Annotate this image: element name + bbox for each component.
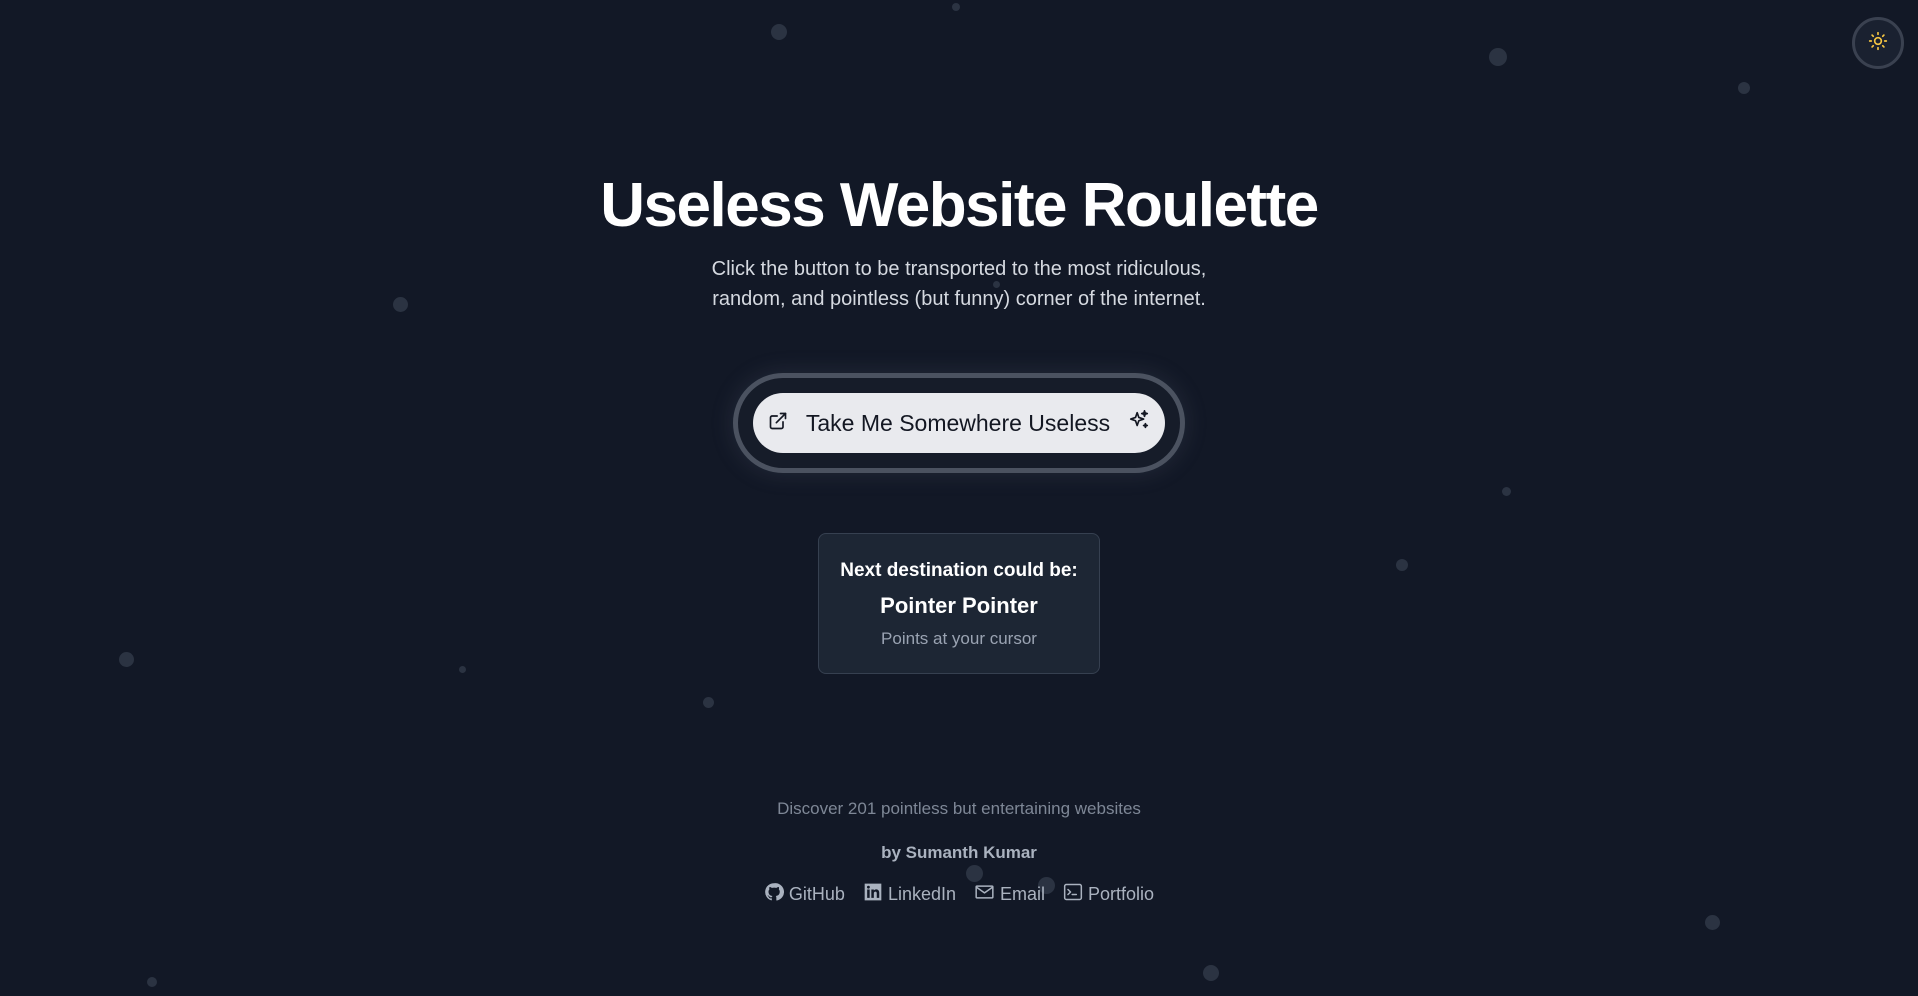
next-destination-label: Next destination could be: <box>840 560 1078 581</box>
social-links: GitHub LinkedIn Email Portfolio <box>764 882 1154 907</box>
author-credit: by Sumanth Kumar <box>881 843 1037 862</box>
take-me-somewhere-useless-button[interactable]: Take Me Somewhere Useless <box>753 393 1165 453</box>
page-subtitle: Click the button to be transported to th… <box>711 258 1207 310</box>
next-destination-name: Pointer Pointer <box>880 593 1038 618</box>
github-icon <box>764 882 784 907</box>
linkedin-link-label: LinkedIn <box>887 884 957 904</box>
cta-button-label: Take Me Somewhere Useless <box>805 409 1111 436</box>
mail-icon <box>974 882 995 907</box>
particle <box>1705 915 1720 930</box>
linkedin-icon <box>863 882 883 907</box>
cta-button-ring: Take Me Somewhere Useless <box>733 373 1185 473</box>
github-link-label: GitHub <box>788 884 845 904</box>
hero: Useless Website Roulette Click the butto… <box>0 0 1918 907</box>
particle <box>147 977 157 987</box>
github-link[interactable]: GitHub <box>764 882 845 907</box>
portfolio-link[interactable]: Portfolio <box>1063 882 1154 907</box>
page: Useless Website Roulette Click the butto… <box>0 0 1918 996</box>
sparkles-icon <box>1128 409 1150 437</box>
portfolio-link-label: Portfolio <box>1088 884 1155 904</box>
site-count-text: Discover 201 pointless but entertaining … <box>777 799 1141 818</box>
page-title: Useless Website Roulette <box>600 171 1319 240</box>
particle <box>1203 965 1219 981</box>
next-destination-description: Points at your cursor <box>881 629 1037 648</box>
email-link[interactable]: Email <box>974 882 1045 907</box>
terminal-icon <box>1063 882 1083 907</box>
linkedin-link[interactable]: LinkedIn <box>863 882 956 907</box>
external-link-icon <box>768 410 788 437</box>
email-link-label: Email <box>1000 884 1046 904</box>
next-destination-card: Next destination could be: Pointer Point… <box>818 533 1100 674</box>
